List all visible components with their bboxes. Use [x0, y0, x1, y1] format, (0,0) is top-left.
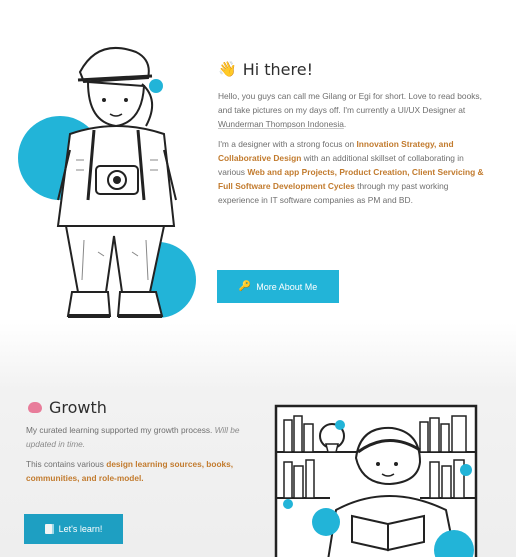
hero-heading: 👋 Hi there!	[218, 60, 490, 79]
focus-text-1: I'm a designer with a strong focus on	[218, 139, 357, 149]
reading-illustration	[274, 404, 478, 557]
brain-icon	[28, 402, 42, 413]
growth-title: Growth	[49, 398, 107, 417]
hero-text: 👋 Hi there! Hello, you guys can call me …	[218, 60, 490, 213]
growth-paragraph-2: This contains various design learning so…	[26, 457, 256, 485]
growth-heading: Growth	[28, 398, 107, 417]
more-about-me-button[interactable]: 🔑 More About Me	[217, 270, 339, 303]
hero-title: Hi there!	[242, 60, 313, 79]
intro-text-1: Hello, you guys can call me Gilang or Eg…	[218, 91, 482, 115]
intro-paragraph: Hello, you guys can call me Gilang or Eg…	[218, 89, 490, 131]
hero-section: 👋 Hi there! Hello, you guys can call me …	[0, 0, 516, 370]
book-icon	[44, 524, 54, 534]
lets-learn-button[interactable]: Let's learn!	[24, 514, 123, 544]
growth-text-1: My curated learning supported my growth …	[26, 425, 215, 435]
waving-hand-icon: 👋	[218, 61, 237, 78]
company-link[interactable]: Wunderman Thompson Indonesia	[218, 119, 344, 129]
growth-paragraph-1: My curated learning supported my growth …	[26, 423, 256, 451]
growth-text-2: This contains various	[26, 459, 107, 469]
lets-learn-label: Let's learn!	[58, 524, 103, 534]
intro-text-2: .	[343, 119, 347, 129]
designer-illustration	[18, 47, 196, 318]
more-about-me-label: More About Me	[256, 281, 318, 292]
key-icon: 🔑	[238, 281, 252, 292]
growth-section: Growth My curated learning supported my …	[0, 380, 516, 557]
focus-paragraph: I'm a designer with a strong focus on In…	[218, 137, 490, 207]
growth-text: My curated learning supported my growth …	[26, 423, 256, 491]
